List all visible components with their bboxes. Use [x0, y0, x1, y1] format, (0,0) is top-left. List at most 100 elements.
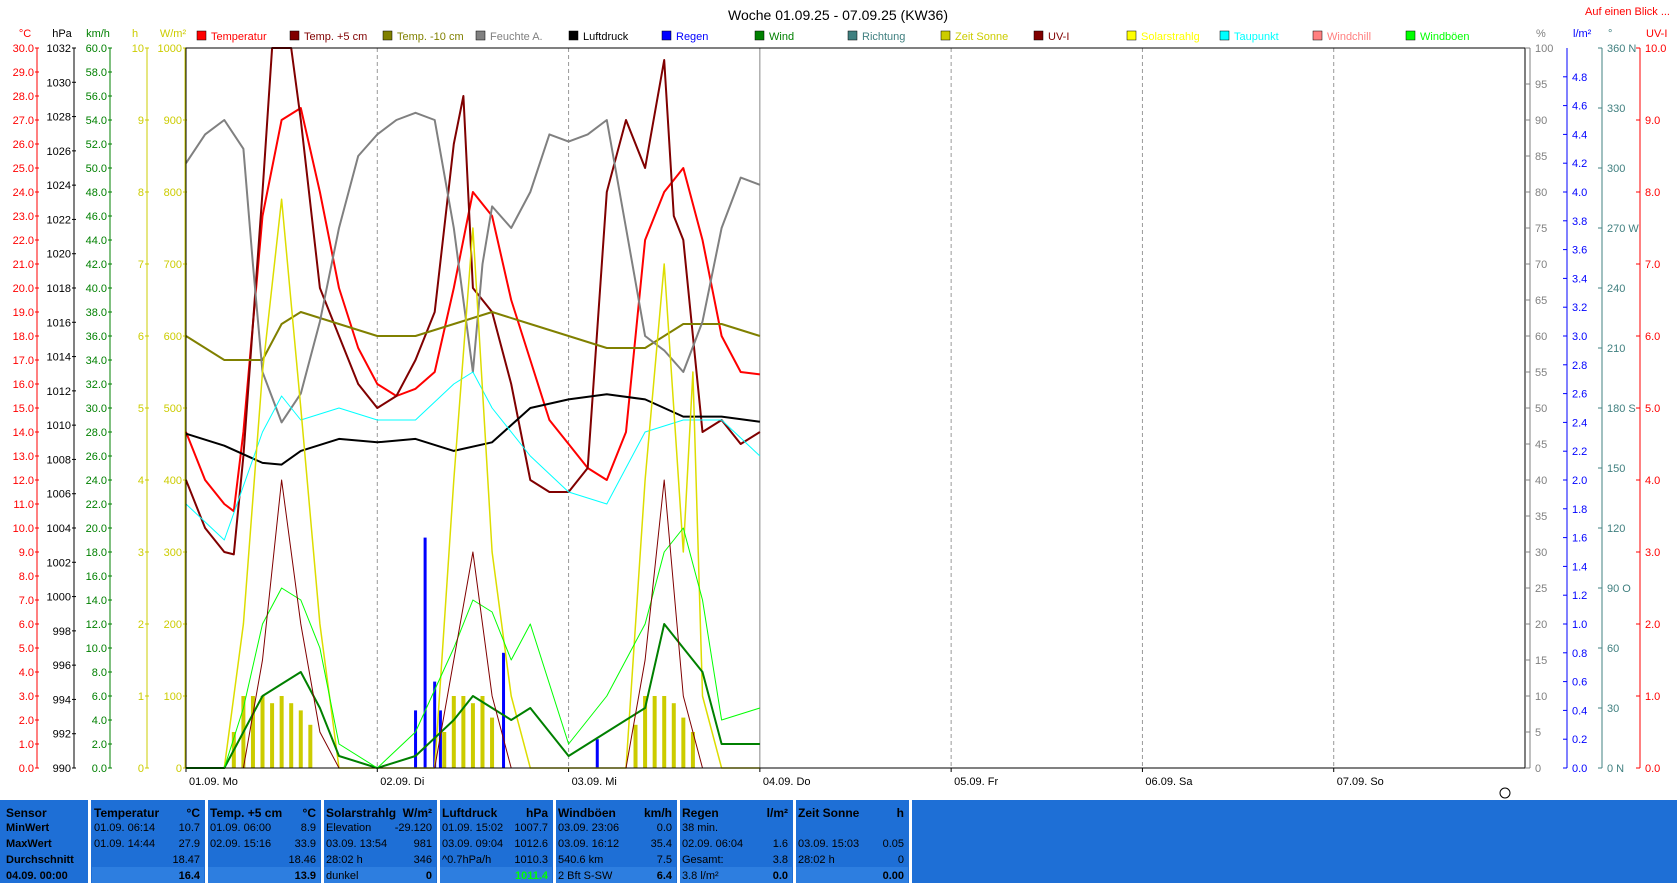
stat-row: 18.46 [208, 854, 320, 869]
axis-tick-label: 6 [138, 331, 144, 343]
axis-tick-label: 18.0 [13, 331, 34, 343]
axis-tick-label: 990 [53, 763, 71, 775]
axis-tick-label: 3.4 [1572, 273, 1587, 285]
axis-tick-label: 38.0 [86, 307, 107, 319]
stat-row: Gesamt: 3.8 [680, 854, 792, 869]
axis-tick-label: 15.0 [13, 403, 34, 415]
axis-tick-label: 270 W [1607, 223, 1639, 235]
axis-tick-label: 55 [1535, 367, 1547, 379]
legend: Temperatur Temp. +5 cm Temp. -10 cm Feuchte… [196, 30, 1470, 43]
axis-tick-label: 2.0 [1572, 475, 1587, 487]
axis-tick-label: 2 [138, 619, 144, 631]
axis-tick-label: 90 [1535, 115, 1547, 127]
stat-value: 0 [425, 870, 432, 882]
axis-unit: ° [1608, 28, 1612, 40]
stat-unit: l/m² [766, 806, 788, 820]
legend-swatch [1126, 30, 1137, 41]
axis-tick-label: 13.0 [13, 451, 34, 463]
stat-row: 03.09. 13:54 981 [324, 838, 436, 853]
stat-label: 03.09. 15:03 [798, 838, 860, 850]
legend-label: Regen [676, 31, 708, 43]
axis-tick-label: 24.0 [86, 475, 107, 487]
stat-row: 03.09. 23:06 0.0 [556, 822, 676, 837]
axis-tick-label: 0.6 [1572, 677, 1587, 689]
axis-tick-label: 9 [138, 115, 144, 127]
axis-tick-label: 45 [1535, 439, 1547, 451]
legend-swatch [1033, 30, 1044, 41]
axis-tick-label: 1032 [47, 43, 71, 55]
axis-tick-label: 210 [1607, 343, 1625, 355]
legend-swatch [289, 30, 300, 41]
legend-label: Windböen [1420, 31, 1470, 43]
stat-column-temp5: Temp. +5 cm °C 01.09. 06:00 8.9 02.09. 15:16… [208, 800, 320, 883]
legend-label: Luftdruck [583, 31, 629, 43]
axis-tick-label: 95 [1535, 79, 1547, 91]
axis-tick-label: 50.0 [86, 163, 107, 175]
axis-tick-label: 40 [1535, 475, 1547, 487]
stat-value: 0.0 [772, 870, 788, 882]
axis-tick-label: 180 S [1607, 403, 1636, 415]
axis-tick-label: 7 [138, 259, 144, 271]
stat-value: 1010.3 [514, 854, 548, 866]
axis-tick-label: 12.0 [13, 475, 34, 487]
axis-unit: hPa [52, 28, 72, 40]
stat-column-regen: Regen l/m² 38 min. 02.09. 06:04 1.6 Gesamt: 3.… [680, 800, 792, 883]
stat-value: 1012.6 [514, 838, 548, 850]
sun-bar [490, 717, 495, 768]
stat-label: 02.09. 06:04 [682, 838, 744, 850]
sun-bar [470, 703, 475, 768]
stat-row: 38 min. [680, 822, 792, 837]
axis-tick-label: 14.0 [13, 427, 34, 439]
stat-value: 7.5 [656, 854, 672, 866]
series-lines [185, 47, 761, 769]
axis-tick-label: 700 [164, 259, 182, 271]
stat-value: 3.8 [772, 854, 788, 866]
axis-tick-label: 0.4 [1572, 705, 1587, 717]
stat-row: Elevation -29.120 [324, 822, 436, 837]
stat-header: Temperatur [94, 806, 160, 820]
x-tick-label: 01.09. Mo [189, 776, 238, 788]
stat-value: 16.4 [178, 870, 200, 882]
sun-bar [442, 732, 447, 768]
stat-row: 01.09. 06:14 10.7 [92, 822, 204, 837]
stat-header: Regen [682, 806, 719, 820]
axis-tick-label: 23.0 [13, 211, 34, 223]
axis-tick-label: 992 [53, 729, 71, 741]
stat-value: 6.4 [656, 870, 672, 882]
stat-label: Elevation [326, 822, 372, 834]
axis-tick-label: 5 [138, 403, 144, 415]
axis-tick-label: 1026 [47, 146, 71, 158]
stat-row: ^0.7hPa/h 1010.3 [440, 854, 552, 869]
stat-unit: °C [302, 806, 316, 820]
axis-tick-label: 994 [53, 694, 71, 706]
axis-tick-label: 7.0 [1645, 259, 1660, 271]
stat-value: 13.9 [294, 870, 316, 882]
stat-unit: km/h [643, 806, 672, 820]
axis-tick-label: 1018 [47, 283, 71, 295]
axis-tick-label: 56.0 [86, 91, 107, 103]
axis-tick-label: 4.4 [1572, 129, 1587, 141]
overview-link[interactable]: Auf einen Blick ... [1585, 6, 1670, 18]
series-line-temp-5-cm [185, 47, 761, 556]
axis-tick-label: 0.0 [92, 763, 107, 775]
stat-unit: h [896, 806, 904, 820]
axis-tick-label: 40.0 [86, 283, 107, 295]
axis-tick-label: 3.0 [19, 691, 34, 703]
axis-tick-label: 3 [138, 547, 144, 559]
axis-tick-label: 998 [53, 626, 71, 638]
axis-tick-label: 20.0 [86, 523, 107, 535]
sun-bar [671, 703, 676, 768]
axis-tick-label: 3.2 [1572, 302, 1587, 314]
axis-tick-label: 48.0 [86, 187, 107, 199]
axis-tick-label: 996 [53, 660, 71, 672]
axis-tick-label: 30 [1535, 547, 1547, 559]
axis-unit: % [1536, 28, 1546, 40]
axis-tick-label: 150 [1607, 463, 1625, 475]
series-line-temp-10-cm [185, 311, 761, 361]
axis-tick-label: 0.0 [1572, 763, 1587, 775]
axis-tick-label: 21.0 [13, 259, 34, 271]
axis-tick-label: 75 [1535, 223, 1547, 235]
series-line-feuchte-a- [185, 111, 761, 424]
axis-tick-label: 44.0 [86, 235, 107, 247]
label-max: MaxWert [6, 838, 52, 850]
